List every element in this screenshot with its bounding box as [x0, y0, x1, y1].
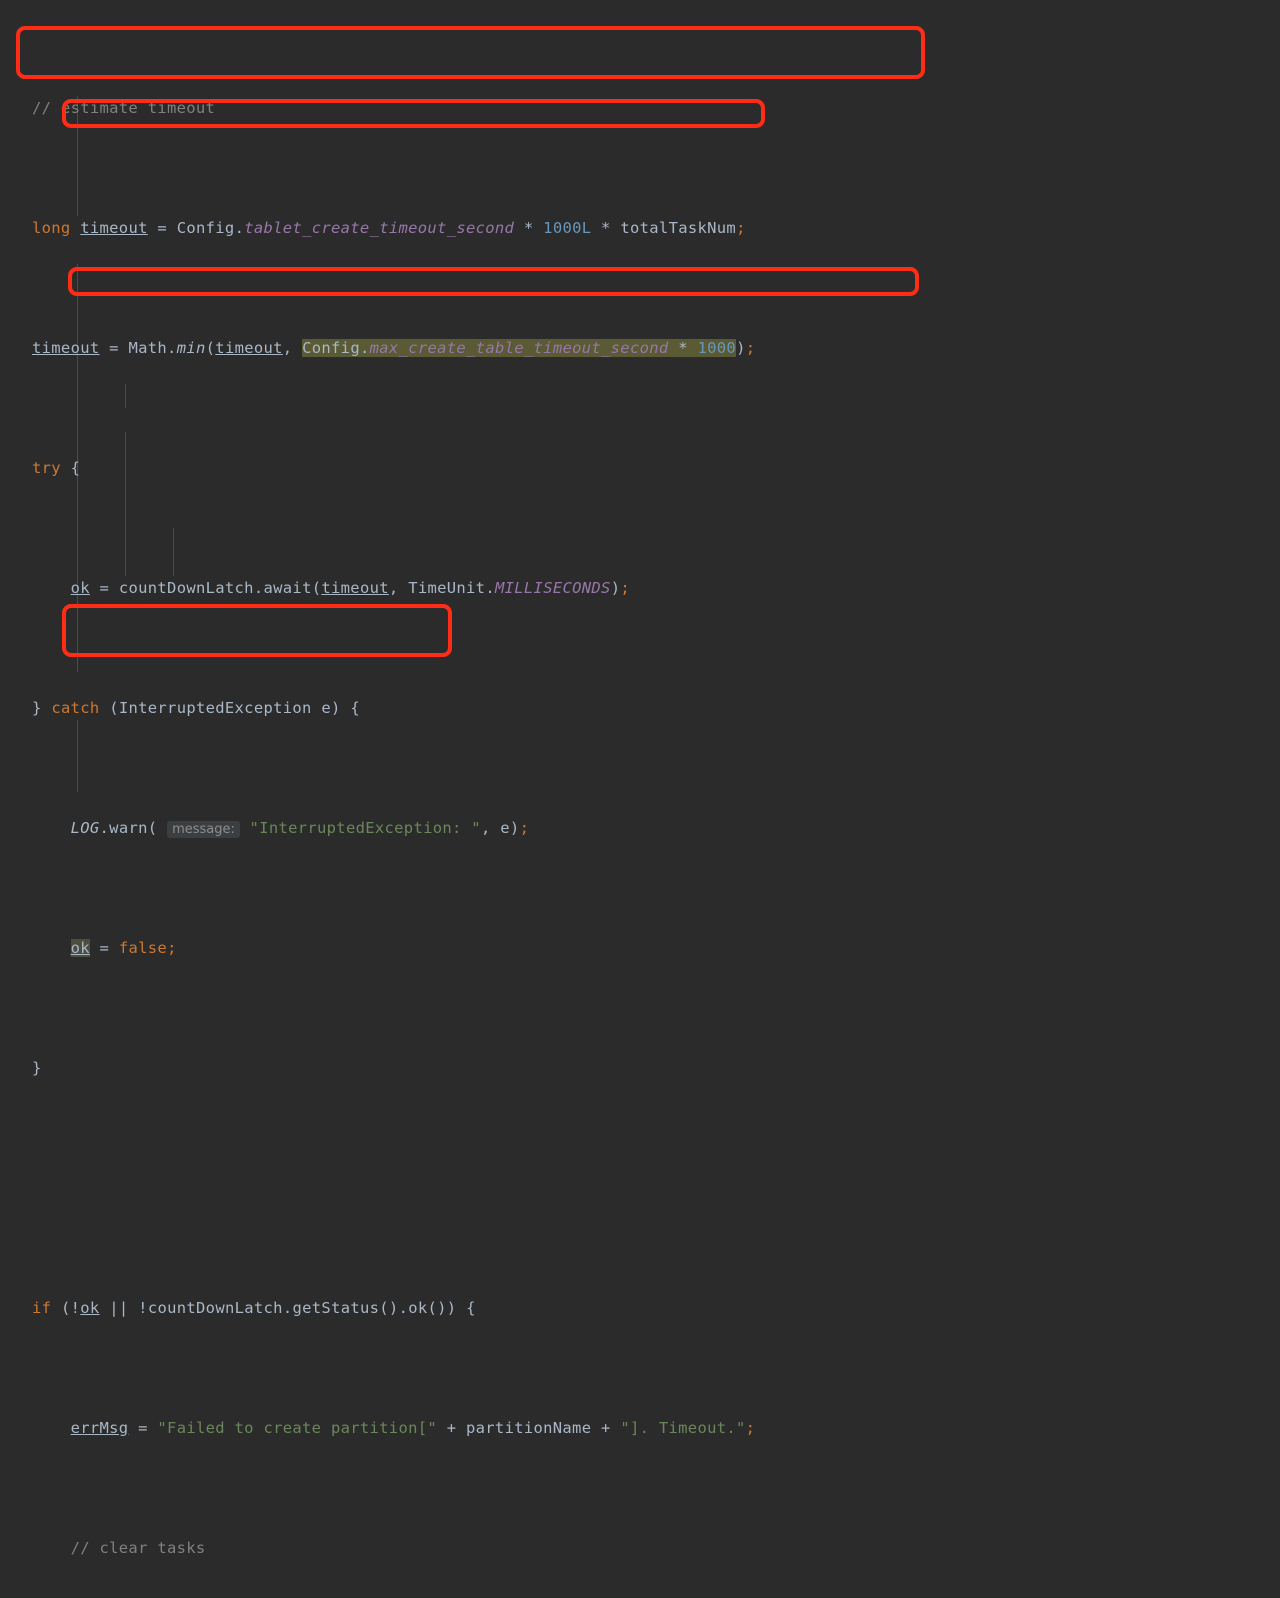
code-lines[interactable]: // estimate timeout long timeout = Confi…: [0, 0, 1280, 1557]
code-line[interactable]: if (!ok || !countDownLatch.getStatus().o…: [0, 1296, 1280, 1320]
code-line[interactable]: }: [0, 1056, 1280, 1080]
code-line[interactable]: errMsg = "Failed to create partition[" +…: [0, 1416, 1280, 1440]
code-line[interactable]: try {: [0, 456, 1280, 480]
parameter-hint-chip: message:: [167, 821, 240, 838]
code-line[interactable]: long timeout = Config.tablet_create_time…: [0, 216, 1280, 240]
code-line[interactable]: ok = countDownLatch.await(timeout, TimeU…: [0, 576, 1280, 600]
code-line[interactable]: } catch (InterruptedException e) {: [0, 696, 1280, 720]
code-line[interactable]: LOG.warn( message: "InterruptedException…: [0, 816, 1280, 840]
code-line[interactable]: [0, 1176, 1280, 1200]
code-line[interactable]: timeout = Math.min(timeout, Config.max_c…: [0, 336, 1280, 360]
code-editor[interactable]: // estimate timeout long timeout = Confi…: [0, 0, 1280, 1557]
code-line[interactable]: // estimate timeout: [0, 96, 1280, 120]
code-line[interactable]: ok = false;: [0, 936, 1280, 960]
code-line[interactable]: // clear tasks: [0, 1536, 1280, 1560]
